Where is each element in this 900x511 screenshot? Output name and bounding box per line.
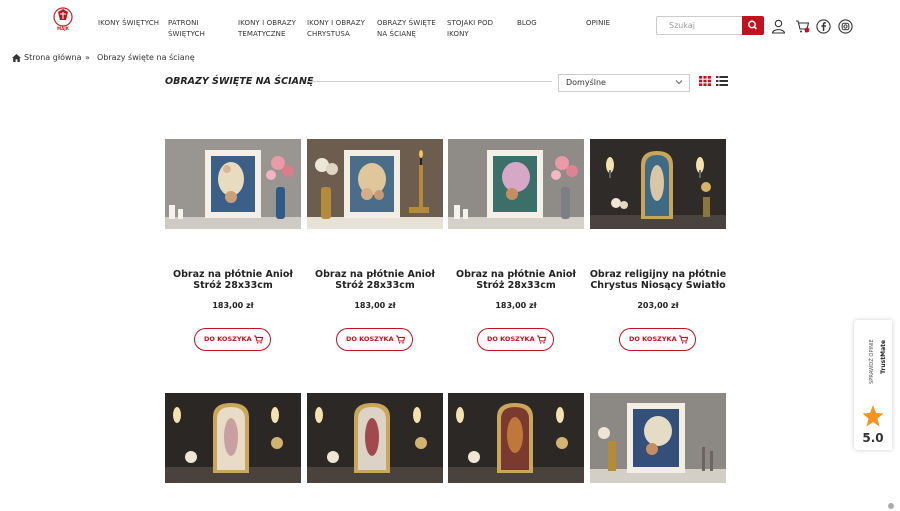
instagram-icon[interactable]: [838, 19, 853, 34]
product-image[interactable]: [165, 139, 301, 229]
breadcrumb-separator: »: [85, 53, 90, 62]
product-price: 183,00 zł: [354, 301, 396, 310]
add-to-cart-button[interactable]: DO KOSZYKA: [336, 328, 413, 351]
product-image[interactable]: [165, 393, 301, 483]
user-icon[interactable]: [771, 19, 786, 34]
trustmate-label-text: SPRAWDŹ OPINIE: [867, 339, 875, 384]
product-name[interactable]: Obraz religijny na płótnie Chrystus Niosą…: [584, 269, 732, 291]
nav-ikony-swietych[interactable]: IKONY ŚWIĘTYCH: [98, 18, 159, 29]
add-to-cart-button[interactable]: DO KOSZYKA: [477, 328, 554, 351]
logo[interactable]: [50, 6, 76, 38]
nav-ikony-chrystusa[interactable]: IKONY I OBRAZY CHRYSTUSA: [307, 18, 365, 40]
product-image[interactable]: [448, 139, 584, 229]
nav-stojaki[interactable]: STOJAKI POD IKONY: [447, 18, 493, 40]
product-price: 203,00 zł: [637, 301, 679, 310]
breadcrumb-current: Obrazy święte na ścianę: [97, 53, 195, 62]
search-input[interactable]: Szukaj: [656, 16, 743, 35]
trustmate-widget[interactable]: SPRAWDŹ OPINIE TrustMate 5.0: [854, 320, 892, 450]
product-image[interactable]: [448, 393, 584, 483]
nav-opinie[interactable]: OPINIE: [586, 18, 610, 29]
product-name[interactable]: Obraz na płótnie Anioł Stróż 28x33cm: [159, 269, 307, 291]
product-image[interactable]: [307, 139, 443, 229]
add-to-cart-button[interactable]: DO KOSZYKA: [194, 328, 271, 351]
home-icon: [12, 54, 21, 62]
nav-patroni-swietych[interactable]: PATRONI ŚWIĘTYCH: [168, 18, 205, 40]
trustmate-brand-text: TrustMate: [880, 340, 887, 374]
sort-select[interactable]: Domyślne: [558, 74, 690, 92]
product-price: 183,00 zł: [212, 301, 254, 310]
product-price: 183,00 zł: [495, 301, 537, 310]
page-title: OBRAZY ŚWIĘTE NA ŚCIANĘ: [165, 76, 314, 87]
search-button[interactable]: [742, 16, 764, 35]
grid-view-icon[interactable]: [699, 76, 711, 86]
nav-ikony-tematyczne[interactable]: IKONY I OBRAZY TEMATYCZNE: [238, 18, 296, 40]
cart-icon[interactable]: [795, 19, 810, 34]
chevron-down-icon: [675, 80, 683, 85]
cart-icon: [537, 335, 546, 344]
title-divider: [308, 81, 552, 82]
star-icon: [862, 405, 884, 427]
product-image[interactable]: [307, 393, 443, 483]
product-name[interactable]: Obraz na płótnie Anioł Stróż 28x33cm: [442, 269, 590, 291]
cart-icon: [254, 335, 263, 344]
product-image[interactable]: [590, 139, 726, 229]
list-view-icon[interactable]: [716, 76, 728, 86]
trustmate-rating: 5.0: [862, 431, 884, 445]
facebook-icon[interactable]: [816, 19, 831, 34]
cart-icon: [396, 335, 405, 344]
trustmate-label: SPRAWDŹ OPINIE TrustMate: [867, 339, 887, 384]
product-name[interactable]: Obraz na płótnie Anioł Stróż 28x33cm: [301, 269, 449, 291]
breadcrumb-home[interactable]: Strona główna: [24, 53, 82, 62]
search-icon: [748, 20, 758, 30]
product-image[interactable]: [590, 393, 726, 483]
nav-obrazy-na-sciane[interactable]: OBRAZY ŚWIĘTE NA ŚCIANĘ: [377, 18, 436, 40]
logo-text: MAJK: [57, 26, 69, 31]
nav-blog[interactable]: BLOG: [517, 18, 537, 29]
add-to-cart-button[interactable]: DO KOSZYKA: [619, 328, 696, 351]
scroll-indicator: [888, 503, 894, 509]
cart-icon: [679, 335, 688, 344]
